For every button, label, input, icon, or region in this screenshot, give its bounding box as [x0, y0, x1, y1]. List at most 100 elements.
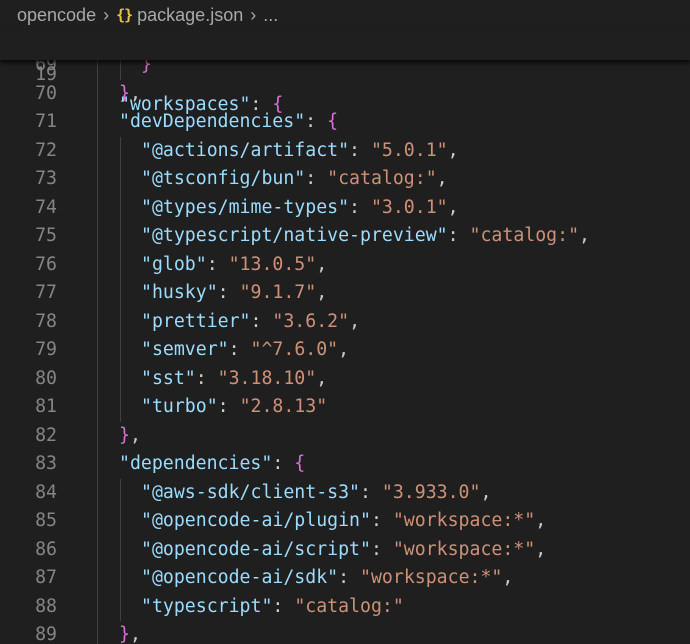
indent-guide — [120, 222, 121, 251]
code-text: "@tsconfig/bun": "catalog:", — [141, 165, 448, 194]
code-text: "workspaces": { — [119, 90, 283, 120]
punctuation: : — [349, 196, 371, 218]
code-line[interactable]: 75 "@typescript/native-preview": "catalog… — [0, 222, 690, 251]
punctuation: , — [338, 339, 350, 360]
indent-guide — [120, 60, 121, 80]
code-line[interactable]: 78 "prettier": "3.6.2", — [0, 307, 690, 337]
json-string-value: "catalog:" — [327, 168, 437, 189]
breadcrumb-more[interactable]: ... — [263, 5, 278, 26]
punctuation: , — [129, 624, 141, 644]
code-line[interactable]: 85 "@opencode-ai/plugin": "workspace:*", — [0, 507, 690, 536]
json-key: "semver" — [141, 339, 229, 360]
punctuation: : — [250, 94, 273, 115]
code-text: "typescript": "catalog:" — [141, 593, 404, 622]
sticky-scroll-header[interactable]: 19 "workspaces": { — [0, 30, 690, 115]
code-line[interactable]: 76 "glob": "13.0.5", — [0, 250, 690, 279]
code-line[interactable]: 69} — [0, 60, 690, 80]
indent-guide — [97, 222, 98, 251]
code-line[interactable]: 77 "husky": "9.1.7", — [0, 279, 690, 308]
json-key: "@opencode-ai/script" — [141, 538, 371, 560]
line-number: 73 — [35, 168, 57, 189]
json-string-value: "9.1.7" — [239, 282, 317, 303]
line-number: 74 — [35, 196, 57, 218]
json-key: "prettier" — [141, 310, 251, 332]
code-line[interactable]: 82}, — [0, 421, 690, 451]
punctuation: : — [447, 225, 470, 246]
code-line[interactable]: 89}, — [0, 621, 690, 644]
indent-guide — [97, 307, 98, 336]
punctuation: : — [305, 111, 328, 132]
indent-guide — [97, 193, 98, 222]
line-number: 84 — [35, 481, 57, 503]
json-string-value: "catalog:" — [469, 225, 580, 246]
code-text: "prettier": "3.6.2", — [141, 308, 360, 337]
indent-guide — [97, 108, 98, 137]
punctuation: : — [250, 310, 273, 332]
code-line[interactable]: 81 "turbo": "2.8.13" — [0, 393, 690, 422]
code-line[interactable]: 79 "semver": "^7.6.0", — [0, 336, 690, 365]
indent-guide — [120, 393, 121, 422]
indent-guide — [97, 621, 98, 644]
indent-guide — [120, 136, 121, 165]
json-key: "@actions/artifact" — [141, 139, 350, 161]
sticky-line[interactable]: 19 "workspaces": { — [0, 30, 690, 115]
breadcrumb-root[interactable]: opencode — [0, 5, 96, 26]
punctuation: : — [195, 367, 218, 389]
line-number: 89 — [35, 624, 57, 644]
code-text: }, — [119, 422, 141, 451]
code-line[interactable]: 73 "@tsconfig/bun": "catalog:", — [0, 165, 690, 194]
indent-guide — [120, 564, 121, 593]
json-key: "husky" — [141, 282, 218, 303]
punctuation: : — [305, 168, 328, 189]
json-string-value: "3.6.2" — [272, 310, 350, 332]
indent-guide — [97, 136, 98, 165]
json-file-icon: {} — [116, 6, 133, 24]
json-key: "typescript" — [141, 595, 273, 617]
indent-guide — [97, 79, 98, 108]
json-key: "dependencies" — [119, 453, 273, 474]
code-text: "sst": "3.18.10", — [141, 365, 327, 394]
code-lines[interactable]: 69} 70}, 71 "devDependencies": {72 "@actions… — [0, 60, 690, 644]
punctuation: : — [228, 339, 251, 360]
code-line[interactable]: 88 "typescript": "catalog:" — [0, 592, 690, 622]
punctuation: , — [316, 367, 328, 389]
code-editor[interactable]: 69} 70}, 71 "devDependencies": {72 "@actions… — [0, 60, 690, 644]
code-line[interactable]: 84 "@aws-sdk/client-s3": "3.933.0", — [0, 478, 690, 507]
code-line[interactable]: 86 "@opencode-ai/script": "workspace:*", — [0, 535, 690, 564]
line-number: 82 — [35, 424, 57, 446]
indent-guide — [97, 507, 98, 536]
punctuation: : — [217, 396, 240, 417]
code-line[interactable]: 71 "devDependencies": { — [0, 108, 690, 137]
indent-guide — [120, 535, 121, 564]
bracket: { — [272, 94, 284, 115]
punctuation: , — [535, 510, 547, 531]
indent-guide — [120, 507, 121, 536]
punctuation: : — [338, 567, 361, 588]
line-number: 77 — [35, 282, 57, 303]
line-number: 86 — [35, 538, 57, 560]
punctuation: : — [370, 510, 393, 531]
line-number: 85 — [35, 510, 57, 531]
line-number: 78 — [35, 310, 57, 332]
breadcrumb-file[interactable]: package.json — [137, 5, 243, 26]
punctuation: , — [447, 196, 459, 218]
indent-guide — [120, 592, 121, 621]
indent-guide — [120, 193, 121, 222]
indent-guide — [97, 393, 98, 422]
indent-guide — [120, 307, 121, 336]
json-key: "@opencode-ai/sdk" — [141, 567, 339, 588]
code-line[interactable]: 72 "@actions/artifact": "5.0.1", — [0, 136, 690, 165]
punctuation: : — [272, 453, 295, 474]
code-line[interactable]: 83 "dependencies": { — [0, 450, 690, 479]
punctuation: , — [316, 282, 328, 303]
punctuation: : — [370, 538, 393, 560]
code-line[interactable]: 87 "@opencode-ai/sdk": "workspace:*", — [0, 564, 690, 593]
code-line[interactable]: 70}, — [0, 79, 690, 108]
indent-guide — [120, 250, 121, 279]
line-number: 83 — [35, 453, 57, 474]
punctuation: : — [206, 253, 229, 275]
indent-guide — [97, 564, 98, 593]
line-number: 76 — [35, 253, 57, 275]
code-line[interactable]: 74 "@types/mime-types": "3.0.1", — [0, 193, 690, 222]
code-line[interactable]: 80 "sst": "3.18.10", — [0, 364, 690, 394]
